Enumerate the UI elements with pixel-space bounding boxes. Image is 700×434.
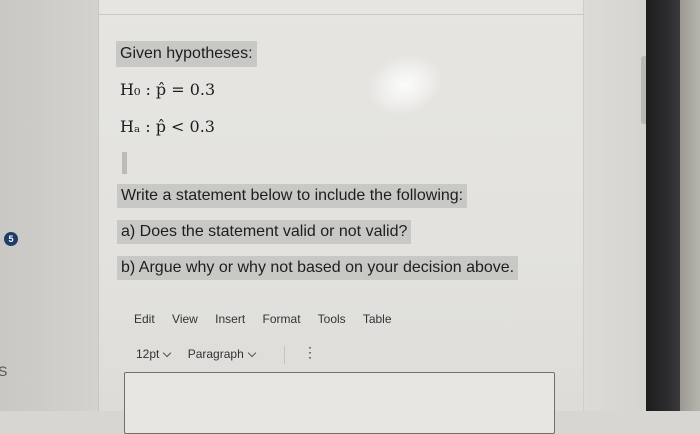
prompt-part-b: b) Argue why or why not based on your de… (117, 256, 519, 280)
prompt-intro: Write a statement below to include the f… (117, 184, 468, 208)
editor-menubar: Edit View Insert Format Tools Table (134, 312, 406, 326)
menu-edit[interactable]: Edit (134, 312, 155, 326)
editor-toolbar: 12pt Paragraph (136, 347, 269, 361)
left-margin: 5 S (0, 0, 98, 411)
null-hypothesis: H₀ : p̂ = 0.3 (120, 80, 216, 99)
menu-view[interactable]: View (172, 312, 198, 326)
clipped-label: S (0, 363, 8, 379)
text-cursor-mark (122, 152, 127, 174)
answer-editor-textarea[interactable] (124, 372, 555, 434)
toolbar-divider (284, 346, 285, 364)
alternative-hypothesis: Hₐ : p̂ < 0.3 (120, 117, 215, 136)
menu-format[interactable]: Format (263, 312, 301, 326)
chevron-down-icon (247, 348, 256, 358)
divider (99, 14, 583, 15)
font-size-value: 12pt (136, 347, 160, 361)
block-format-value: Paragraph (187, 347, 244, 361)
background-edge (680, 0, 700, 411)
monitor-bezel (646, 0, 680, 411)
hypotheses-heading: Given hypotheses: (116, 41, 257, 67)
menu-table[interactable]: Table (363, 312, 392, 326)
block-format-select[interactable]: Paragraph (187, 347, 256, 361)
font-size-select[interactable]: 12pt (136, 347, 172, 361)
prompt-part-a: a) Does the statement valid or not valid… (117, 220, 412, 244)
menu-tools[interactable]: Tools (318, 312, 346, 326)
question-number-badge: 5 (4, 232, 18, 246)
menu-insert[interactable]: Insert (215, 312, 245, 326)
vertical-ellipsis-icon[interactable]: ⋮ (303, 344, 317, 361)
chevron-down-icon (163, 348, 172, 358)
page-gutter (584, 0, 647, 411)
